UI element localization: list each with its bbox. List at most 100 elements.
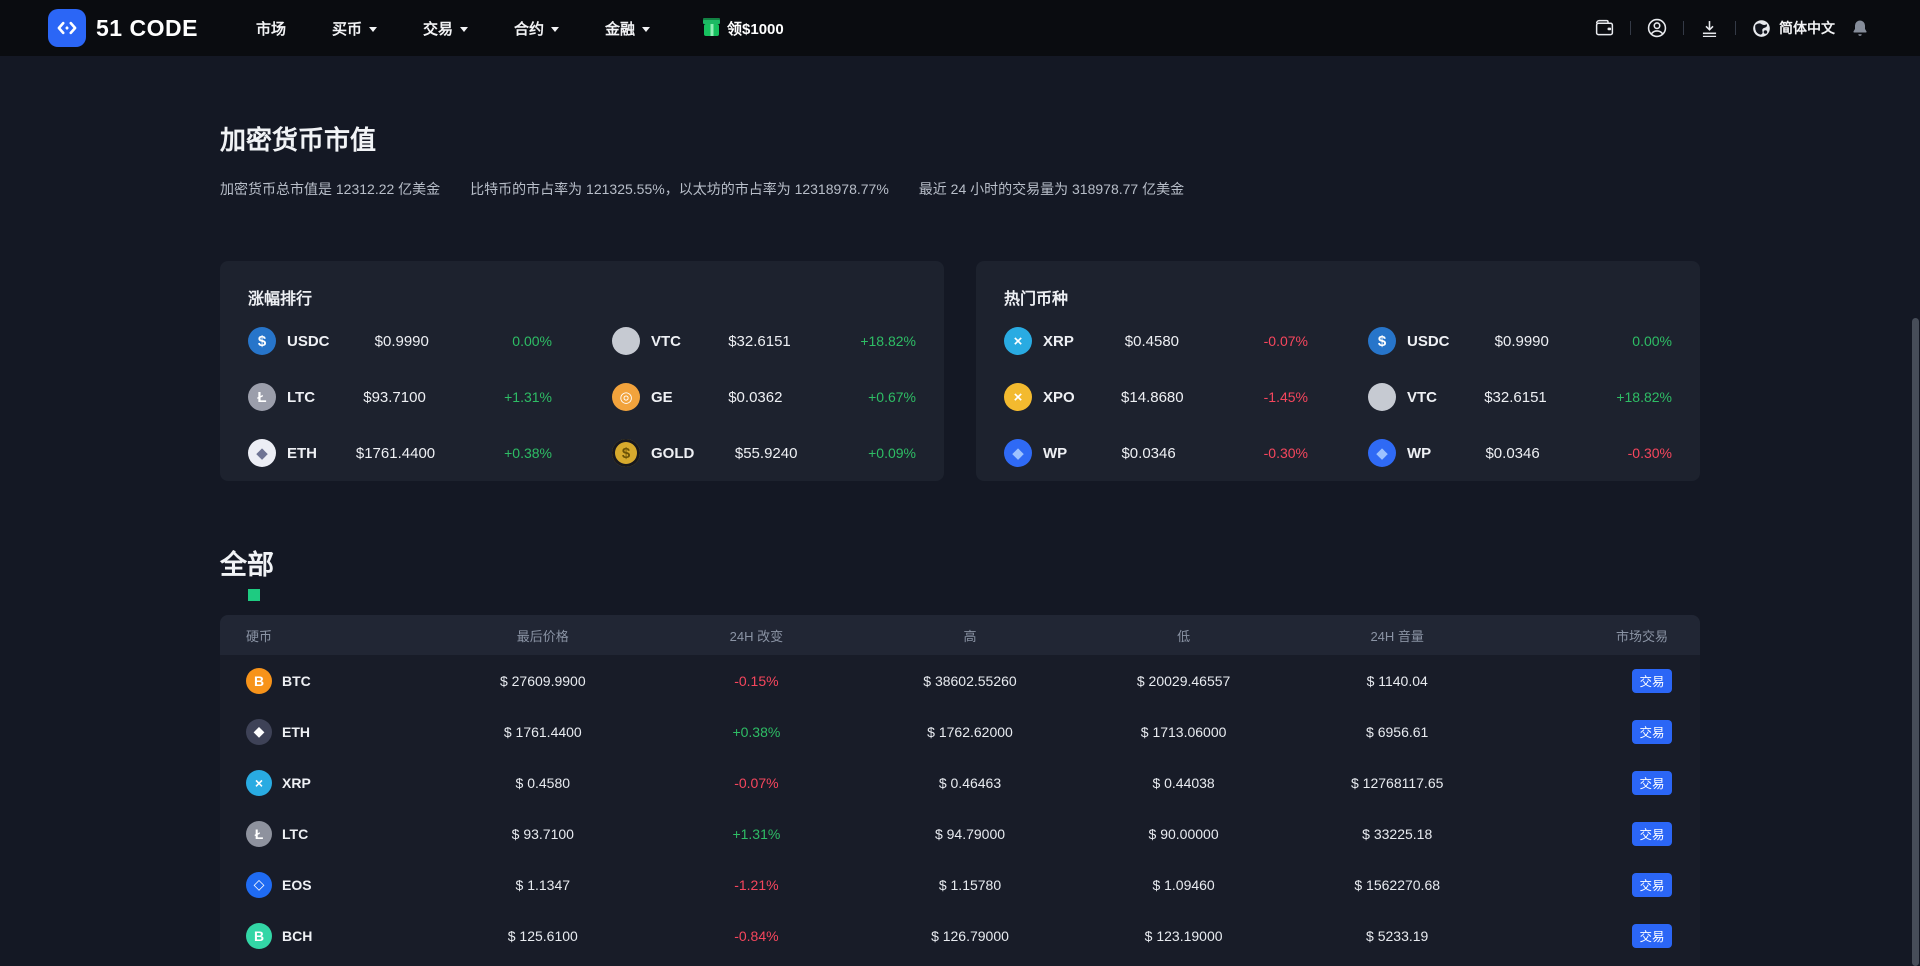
wp-icon: ◆ [1368,439,1396,467]
coin-entry[interactable]: × XRP $0.4580 -0.07% [1004,327,1308,355]
coin-entry[interactable]: $ GOLD $55.9240 +0.09% [612,439,916,467]
card-title: 涨幅排行 [248,291,313,308]
coin-cell: ◆ ETH [246,718,436,745]
divider [1735,21,1736,35]
user-icon[interactable] [1646,17,1668,39]
nav-menu-item[interactable]: 买币 [332,18,377,39]
low-24h: $ 1713.06000 [1140,723,1227,740]
download-icon[interactable] [1699,18,1720,39]
vtc-icon [612,327,640,355]
chevron-down-icon [459,26,468,32]
low-24h: $ 123.19000 [1144,927,1223,944]
stat-dominance: 比特币的市占率为 121325.55%，以太坊的市占率为 12318978.77… [470,181,889,197]
card-entries: $ USDC $0.9990 0.00% VTC $32.6151 +18.82… [248,327,916,467]
nav-menu-label: 买币 [331,20,362,38]
coin-change: +18.82% [860,333,916,349]
trade-button[interactable]: 交易 [1632,872,1672,897]
coin-entry[interactable]: $ USDC $0.9990 0.00% [248,327,552,355]
stat-24h-volume: 最近 24 小时的交易量为 318978.77 亿美金 [918,181,1185,197]
coin-price: $0.0362 [728,388,783,406]
trade-button[interactable]: 交易 [1632,770,1672,795]
coin-entry[interactable]: ◆ WP $0.0346 -0.30% [1368,439,1672,467]
stat-total-marketcap: 加密货币总市值是 12312.22 亿美金 [220,181,441,197]
col-change: 24H 改变 [729,628,784,644]
coin-change: 0.00% [1632,333,1672,349]
trade-button[interactable]: 交易 [1632,668,1672,693]
gold-icon: $ [612,439,640,467]
last-price: $ 1761.4400 [503,723,582,740]
coin-entry[interactable]: ◆ WP $0.0346 -0.30% [1004,439,1308,467]
bell-icon[interactable] [1850,18,1870,38]
high-24h: $ 126.79000 [931,927,1009,944]
coin-symbol: VTC [1407,388,1437,406]
wallet-icon[interactable] [1594,18,1615,39]
change-24h: +1.31% [732,825,781,842]
xrp-icon: × [246,769,272,796]
coin-entry[interactable]: Ł LTC $93.7100 +1.31% [248,383,552,411]
logo-icon [48,9,86,47]
high-24h: $ 1762.62000 [927,723,1013,740]
chevron-down-icon [642,26,651,32]
nav-menu-item[interactable]: 交易 [423,18,468,39]
table-row: B BCH $ 125.6100 -0.84% $ 126.79000 $ 12… [220,910,1700,961]
coin-price: $1761.4400 [355,444,436,462]
eos-icon: ◇ [246,871,272,898]
market-table: 硬币 最后价格 24H 改变 高 低 24H 音量 市场交易 B BTC $ 2… [220,615,1700,966]
coin-symbol: USDC [1407,332,1450,350]
gainers-card: 涨幅排行 $ USDC $0.9990 0.00% VTC $32.6151 +… [220,261,944,481]
col-coin: 硬币 [246,628,273,644]
coin-symbol: BTC [282,672,311,689]
logo[interactable]: 51 CODE [48,9,198,47]
coin-entry[interactable]: × XPO $14.8680 -1.45% [1004,383,1308,411]
coin-symbol: ETH [282,723,310,740]
promo-button[interactable]: 领$1000 [703,18,784,39]
coin-change: -1.45% [1263,389,1308,405]
volume-24h: $ 33225.18 [1362,825,1433,842]
coin-price: $0.9990 [374,332,429,350]
coin-price: $0.9990 [1494,332,1549,350]
coin-symbol: XRP [1043,332,1074,350]
coin-symbol: XRP [282,774,311,791]
coin-entry[interactable]: ◎ GE $0.0362 +0.67% [612,383,916,411]
nav-menu-item[interactable]: 金融 [605,18,651,39]
gift-icon [703,19,721,36]
language-selector[interactable]: 简体中文 [1751,18,1835,39]
coin-entry[interactable]: VTC $32.6151 +18.82% [1368,383,1672,411]
usdc-icon: $ [1368,327,1396,355]
change-24h: -0.07% [734,774,779,791]
coin-change: -0.07% [1263,333,1308,349]
trade-button[interactable]: 交易 [1632,923,1672,948]
divider [1630,21,1631,35]
coin-price: $93.7100 [363,388,426,406]
low-24h: $ 90.00000 [1148,825,1219,842]
trade-button[interactable]: 交易 [1632,821,1672,846]
coin-symbol: LTC [282,825,309,842]
ltc-icon: Ł [246,820,272,847]
volume-24h: $ 5233.19 [1366,927,1429,944]
trade-button[interactable]: 交易 [1632,719,1672,744]
card-title: 热门币种 [1004,291,1069,308]
coin-entry[interactable]: VTC $32.6151 +18.82% [612,327,916,355]
volume-24h: $ 1562270.68 [1354,876,1441,893]
change-24h: +0.38% [732,723,781,740]
usdc-icon: $ [248,327,276,355]
divider [1683,21,1684,35]
high-24h: $ 1.15780 [938,876,1002,893]
coin-entry[interactable]: $ USDC $0.9990 0.00% [1368,327,1672,355]
ltc-icon: Ł [248,383,276,411]
scrollbar[interactable] [1912,318,1919,966]
coin-symbol: BCH [282,927,313,944]
coin-symbol: LTC [287,388,316,406]
coin-symbol: VTC [651,332,681,350]
coin-entry[interactable]: ◆ ETH $1761.4400 +0.38% [248,439,552,467]
coin-price: $0.4580 [1124,332,1180,350]
nav-menu-item[interactable]: 市场 [256,18,286,39]
coin-price: $0.0346 [1485,444,1540,462]
last-price: $ 0.4580 [515,774,571,791]
nav-menu-item[interactable]: 合约 [514,18,559,39]
high-24h: $ 38602.55260 [923,672,1017,689]
coin-price: $32.6151 [728,332,791,350]
table-row: ◆ ETC $ 20.4364 -1.39% $ 20.43000 $ 19.5… [220,961,1700,966]
col-high: 高 [963,628,977,644]
hot-coins-card: 热门币种 × XRP $0.4580 -0.07% $ USDC $0.9990… [976,261,1700,481]
